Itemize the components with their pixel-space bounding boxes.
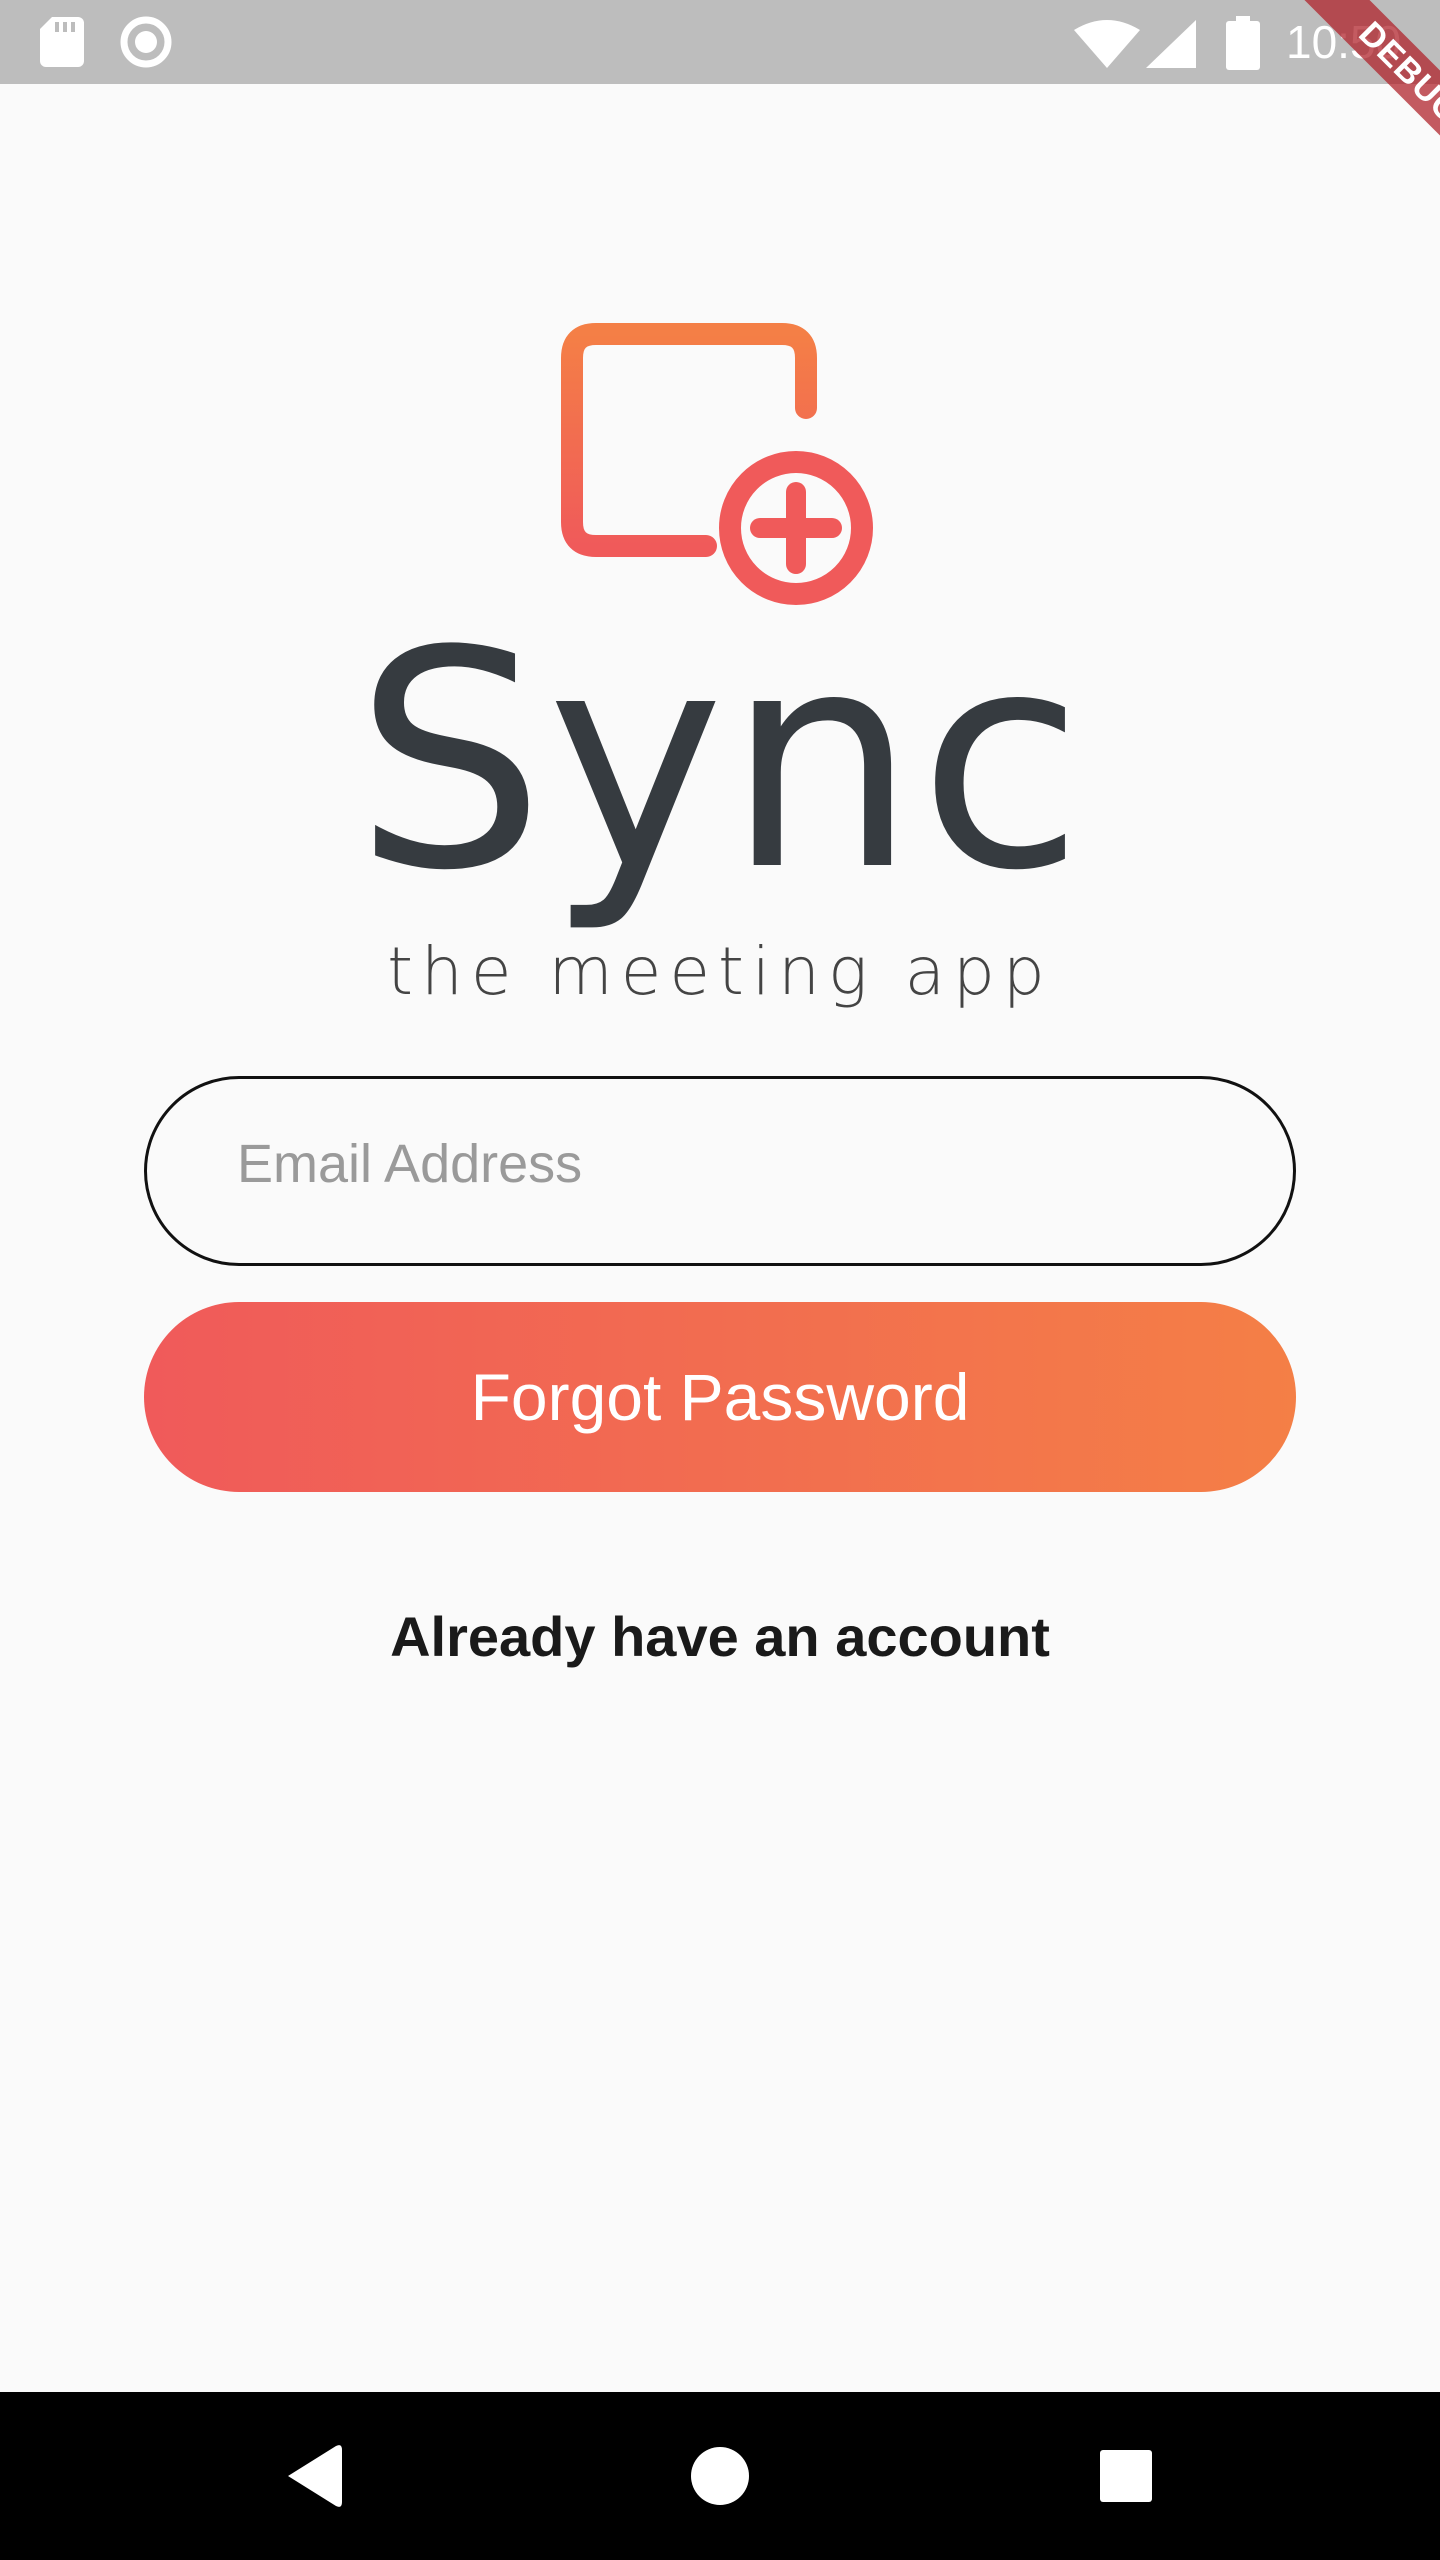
wifi-icon <box>1074 20 1140 68</box>
navigation-bar <box>0 2392 1440 2560</box>
email-input[interactable] <box>237 1079 1197 1263</box>
status-bar: 10:50 <box>0 0 1440 84</box>
forgot-password-button[interactable]: Forgot Password <box>144 1302 1296 1492</box>
login-link[interactable]: Already have an account <box>0 1600 1440 1674</box>
calendar-add-icon <box>561 288 873 605</box>
battery-icon <box>1226 16 1260 70</box>
back-icon[interactable] <box>264 2426 364 2526</box>
cell-signal-icon <box>1146 20 1196 68</box>
home-icon[interactable] <box>670 2426 770 2526</box>
app-tagline: the meeting app <box>387 933 1053 1010</box>
circle-notification-icon <box>120 16 172 68</box>
recents-icon[interactable] <box>1076 2426 1176 2526</box>
sd-card-icon <box>40 17 84 67</box>
app-title: Sync <box>354 587 1086 936</box>
email-field[interactable] <box>144 1076 1296 1266</box>
status-time: 10:50 <box>1286 16 1402 68</box>
